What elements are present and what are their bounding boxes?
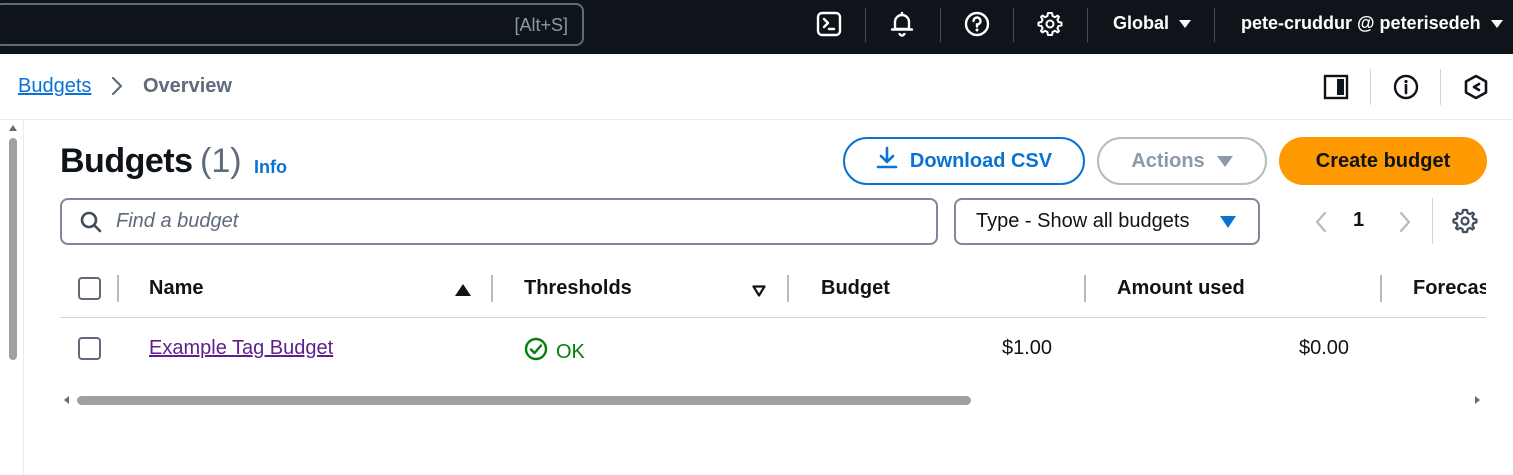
nav-divider	[940, 8, 941, 42]
check-circle-icon	[524, 337, 548, 367]
threshold-status: OK	[524, 337, 585, 367]
select-all-checkbox[interactable]	[78, 277, 101, 300]
global-search-input[interactable]: [Alt+S]	[0, 3, 584, 46]
download-icon	[876, 146, 898, 176]
utility-divider	[1440, 69, 1441, 105]
bell-icon[interactable]	[888, 10, 916, 38]
nav-divider	[1214, 8, 1215, 42]
chevron-left-icon	[1315, 211, 1327, 233]
create-budget-button[interactable]: Create budget	[1279, 137, 1487, 185]
column-header-name[interactable]: Name	[149, 277, 203, 300]
find-budget-input[interactable]	[116, 210, 876, 233]
breadcrumb-budgets-link[interactable]: Budgets	[18, 75, 91, 98]
sort-unsorted-icon[interactable]	[752, 284, 766, 297]
actions-dropdown-button[interactable]: Actions	[1097, 137, 1267, 185]
chevron-right-icon	[110, 76, 124, 101]
caret-down-icon	[1179, 19, 1192, 28]
type-filter-value: Type - Show all budgets	[976, 210, 1190, 232]
column-header-thresholds[interactable]: Thresholds	[524, 277, 632, 300]
search-shortcut-hint: [Alt+S]	[514, 15, 568, 35]
nav-divider	[1087, 8, 1088, 42]
download-csv-label: Download CSV	[909, 149, 1053, 172]
page-vertical-scrollbar[interactable]	[0, 120, 24, 475]
column-header-forecast[interactable]: Forecas	[1413, 277, 1486, 300]
info-link[interactable]: Info	[254, 157, 287, 178]
row-select-checkbox[interactable]	[78, 337, 101, 360]
info-circle-icon[interactable]	[1391, 72, 1421, 102]
pagination-page-number[interactable]: 1	[1353, 209, 1364, 232]
caret-down-icon	[1216, 155, 1233, 167]
utility-divider	[1370, 69, 1371, 105]
scroll-thumb[interactable]	[77, 396, 971, 405]
pagination-next-button[interactable]	[1393, 208, 1417, 236]
budget-count: (1)	[200, 142, 242, 180]
page-title: Budgets	[60, 142, 193, 180]
breadcrumb-current: Overview	[143, 75, 232, 97]
cloudshell-icon[interactable]	[815, 10, 843, 38]
column-divider[interactable]	[1084, 275, 1086, 302]
region-selector[interactable]: Global	[1113, 13, 1192, 34]
threshold-status-label: OK	[556, 340, 585, 363]
column-divider	[117, 275, 119, 302]
budgets-table: Name Thresholds Budget Amount used Forec…	[60, 258, 1486, 394]
download-csv-button[interactable]: Download CSV	[843, 137, 1085, 185]
account-menu[interactable]: pete-cruddur @ peterisedeh	[1241, 13, 1503, 34]
hexagon-icon[interactable]	[1461, 72, 1491, 102]
account-label: pete-cruddur @ peterisedeh	[1241, 13, 1481, 33]
column-divider[interactable]	[787, 275, 789, 302]
create-budget-label: Create budget	[1315, 149, 1451, 172]
scroll-thumb[interactable]	[9, 138, 17, 360]
budget-name-link[interactable]: Example Tag Budget	[149, 337, 333, 360]
budget-amount: $1.00	[1002, 337, 1053, 359]
nav-divider	[1013, 8, 1014, 42]
scroll-left-arrow-icon[interactable]	[64, 396, 69, 404]
column-divider[interactable]	[1380, 275, 1382, 302]
caret-down-icon	[1220, 215, 1236, 228]
table-horizontal-scrollbar[interactable]	[60, 392, 1486, 408]
table-header-row: Name Thresholds Budget Amount used Forec…	[60, 258, 1486, 318]
column-header-amount-used[interactable]: Amount used	[1117, 277, 1245, 300]
actions-label: Actions	[1131, 149, 1205, 172]
find-budget-field[interactable]	[60, 198, 938, 245]
table-preferences-gear-icon[interactable]	[1451, 207, 1479, 235]
sort-ascending-icon[interactable]	[455, 284, 471, 296]
type-filter-select[interactable]: Type - Show all budgets	[954, 198, 1260, 245]
caret-down-icon	[1490, 19, 1503, 28]
table-row: Example Tag Budget OK $1.00 $0.00	[60, 318, 1486, 378]
pagination-divider	[1432, 198, 1433, 244]
region-label: Global	[1113, 13, 1170, 33]
scroll-up-arrow-icon[interactable]	[9, 125, 17, 131]
column-divider[interactable]	[491, 275, 493, 302]
panel-toggle-icon[interactable]	[1321, 72, 1351, 102]
breadcrumb-bar: Budgets Overview	[0, 54, 1513, 120]
amount-used: $0.00	[1299, 337, 1350, 359]
column-header-budget[interactable]: Budget	[821, 277, 890, 300]
scroll-right-arrow-icon[interactable]	[1475, 396, 1480, 404]
top-navigation: [Alt+S] Global pete-cruddur @ peterisede…	[0, 0, 1513, 54]
help-icon[interactable]	[963, 10, 991, 38]
search-icon	[80, 211, 102, 233]
settings-icon[interactable]	[1036, 10, 1064, 38]
pagination-previous-button[interactable]	[1309, 208, 1333, 236]
nav-divider	[865, 8, 866, 42]
chevron-right-icon	[1399, 211, 1411, 233]
